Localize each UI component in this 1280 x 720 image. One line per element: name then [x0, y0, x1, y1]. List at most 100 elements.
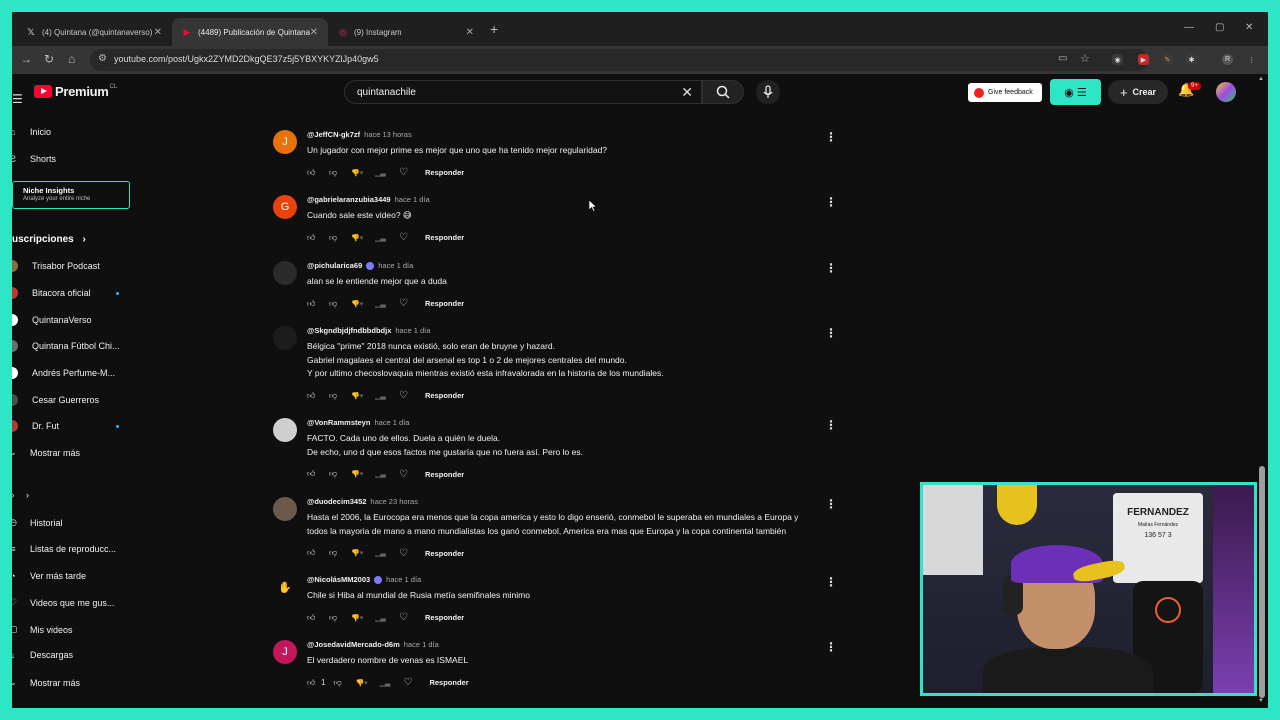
more-options-icon[interactable]: ⋮	[825, 640, 837, 654]
extension-dislike-icon[interactable]: 👎▾	[355, 679, 375, 687]
avatar[interactable]	[273, 326, 297, 350]
bar-chart-icon[interactable]: ▁▃	[375, 234, 389, 242]
comment-author[interactable]: @Skgndbjdjfndbbdbdjx	[307, 326, 391, 335]
sidebar-item-liked[interactable]: ♡ Videos que me gus...	[12, 597, 114, 608]
voice-search-button[interactable]	[756, 80, 780, 104]
thumbs-down-icon[interactable]: 👎︎	[333, 678, 345, 688]
bar-chart-icon[interactable]: ▁▃	[375, 392, 389, 400]
scroll-down-icon[interactable]: ▼	[1258, 698, 1264, 704]
extension-icon[interactable]: ▶	[1138, 54, 1149, 65]
comment-author[interactable]: @gabrielaranzubia3449	[307, 195, 391, 204]
comment-time[interactable]: hace 1 día	[378, 261, 413, 270]
thumbs-down-icon[interactable]: 👎︎	[329, 613, 341, 623]
avatar[interactable]: J	[273, 130, 297, 154]
close-icon[interactable]: ✕	[310, 27, 318, 38]
youtube-logo[interactable]: Premium CL	[34, 84, 117, 99]
avatar[interactable]: ✋	[273, 575, 297, 599]
avatar[interactable]	[273, 418, 297, 442]
page-scrollbar[interactable]: ▲ ▼	[1257, 74, 1267, 708]
more-options-icon[interactable]: ⋮	[825, 418, 837, 432]
bar-chart-icon[interactable]: ▁▃	[375, 300, 389, 308]
sidebar-sub-item[interactable]: Dr. Fut	[12, 420, 59, 432]
extension-icon[interactable]: ◉	[1112, 54, 1123, 65]
new-tab-icon[interactable]: +	[490, 21, 498, 37]
sidebar-sub-item[interactable]: Cesar Guerreros	[12, 394, 99, 406]
more-options-icon[interactable]: ⋮	[825, 261, 837, 275]
sidebar-item-inicio[interactable]: ⌂ Inicio	[12, 127, 51, 137]
comment-time[interactable]: hace 1 día	[395, 195, 430, 204]
search-button[interactable]	[702, 80, 744, 104]
tab-instagram[interactable]: ◎ (9) Instagram ✕	[328, 18, 484, 46]
sidebar-sub-item[interactable]: Andrés Perfume-M...	[12, 367, 115, 379]
comment-author[interactable]: @duodecim3452	[307, 497, 366, 506]
heart-icon[interactable]: ♡	[399, 232, 411, 243]
subscriptions-heading[interactable]: uscripciones ›	[12, 234, 86, 245]
minimize-icon[interactable]: —	[1184, 22, 1194, 33]
sidebar-sub-item[interactable]: Trisabor Podcast	[12, 260, 100, 272]
comment-time[interactable]: hace 1 día	[395, 326, 430, 335]
bar-chart-icon[interactable]: ▁▃	[375, 470, 389, 478]
back-icon[interactable]: →	[20, 52, 32, 66]
extension-icon[interactable]: ✎	[1162, 54, 1173, 65]
reply-button[interactable]: Responder	[425, 613, 464, 622]
clear-icon[interactable]: ✕	[681, 84, 693, 101]
more-options-icon[interactable]: ⋮	[825, 195, 837, 209]
avatar[interactable]: G	[273, 195, 297, 219]
extension-dislike-icon[interactable]: 👎▾	[351, 234, 371, 242]
thumbs-down-icon[interactable]: 👎︎	[329, 391, 341, 401]
reply-button[interactable]: Responder	[425, 470, 464, 479]
reload-icon[interactable]: ↻	[44, 52, 54, 66]
reply-button[interactable]: Responder	[425, 233, 464, 242]
comment-author[interactable]: @pichularica69	[307, 261, 362, 270]
comment-time[interactable]: hace 1 día	[404, 640, 439, 649]
thumbs-up-icon[interactable]: 👍︎	[307, 613, 319, 623]
close-icon[interactable]: ✕	[466, 27, 474, 38]
comment-time[interactable]: hace 13 horas	[364, 130, 412, 139]
avatar[interactable]	[273, 261, 297, 285]
reply-button[interactable]: Responder	[429, 678, 468, 687]
cast-icon[interactable]: ▭	[1058, 53, 1067, 64]
sidebar-you-heading[interactable]: ››	[12, 490, 29, 500]
home-icon[interactable]: ⌂	[68, 52, 75, 66]
more-options-icon[interactable]: ⋮	[825, 575, 837, 589]
thumbs-down-icon[interactable]: 👎︎	[329, 469, 341, 479]
extension-toggle-button[interactable]: ◉ ☰	[1050, 79, 1101, 105]
sidebar-item-playlists[interactable]: ≡ Listas de reproducc...	[12, 544, 116, 554]
thumbs-up-icon[interactable]: 👍︎	[307, 678, 319, 688]
thumbs-up-icon[interactable]: 👍︎	[307, 233, 319, 243]
heart-icon[interactable]: ♡	[399, 612, 411, 623]
profile-icon[interactable]: R	[1222, 54, 1233, 65]
scroll-up-icon[interactable]: ▲	[1258, 76, 1264, 82]
sidebar-show-more[interactable]: ⌄ Mostrar más	[12, 447, 80, 458]
menu-icon[interactable]: ☰	[12, 92, 23, 106]
reply-button[interactable]: Responder	[425, 168, 464, 177]
tab-x[interactable]: 𝕏 (4) Quintana (@quintanaverso) ✕	[16, 18, 172, 46]
bookmark-star-icon[interactable]: ☆	[1080, 52, 1090, 65]
comment-time[interactable]: hace 1 día	[386, 575, 421, 584]
reply-button[interactable]: Responder	[425, 299, 464, 308]
extension-dislike-icon[interactable]: 👎▾	[351, 549, 371, 557]
reply-button[interactable]: Responder	[425, 391, 464, 400]
extension-dislike-icon[interactable]: 👎▾	[351, 392, 371, 400]
menu-dots-icon[interactable]: ⋮	[1246, 54, 1257, 65]
url-bar[interactable]: ⚙ youtube.com/post/Ugkx2ZYMD2DkgQE37z5j5…	[90, 49, 1148, 71]
thumbs-up-icon[interactable]: 👍︎	[307, 391, 319, 401]
thumbs-up-icon[interactable]: 👍︎	[307, 548, 319, 558]
create-button[interactable]: + Crear	[1108, 80, 1168, 104]
more-options-icon[interactable]: ⋮	[825, 326, 837, 340]
sidebar-sub-item[interactable]: Quintana Fútbol Chi...	[12, 340, 120, 352]
tab-youtube[interactable]: ▶ (4489) Publicación de Quintana ✕	[172, 18, 328, 46]
thumbs-down-icon[interactable]: 👎︎	[329, 548, 341, 558]
niche-insights-button[interactable]: Niche Insights Analyze your entire niche	[12, 181, 130, 209]
extension-dislike-icon[interactable]: 👎▾	[351, 470, 371, 478]
sidebar-item-shorts[interactable]: Ƨ Shorts	[12, 154, 56, 164]
comment-author[interactable]: @VonRammsteyn	[307, 418, 370, 427]
sidebar-show-more[interactable]: ⌄ Mostrar más	[12, 677, 80, 688]
heart-icon[interactable]: ♡	[399, 548, 411, 559]
puzzle-icon[interactable]: ✱	[1186, 54, 1197, 65]
search-input[interactable]: quintanachile ✕	[344, 80, 702, 104]
thumbs-up-icon[interactable]: 👍︎	[307, 469, 319, 479]
extension-dislike-icon[interactable]: 👎▾	[351, 614, 371, 622]
extension-dislike-icon[interactable]: 👎▾	[351, 169, 371, 177]
heart-icon[interactable]: ♡	[403, 677, 415, 688]
